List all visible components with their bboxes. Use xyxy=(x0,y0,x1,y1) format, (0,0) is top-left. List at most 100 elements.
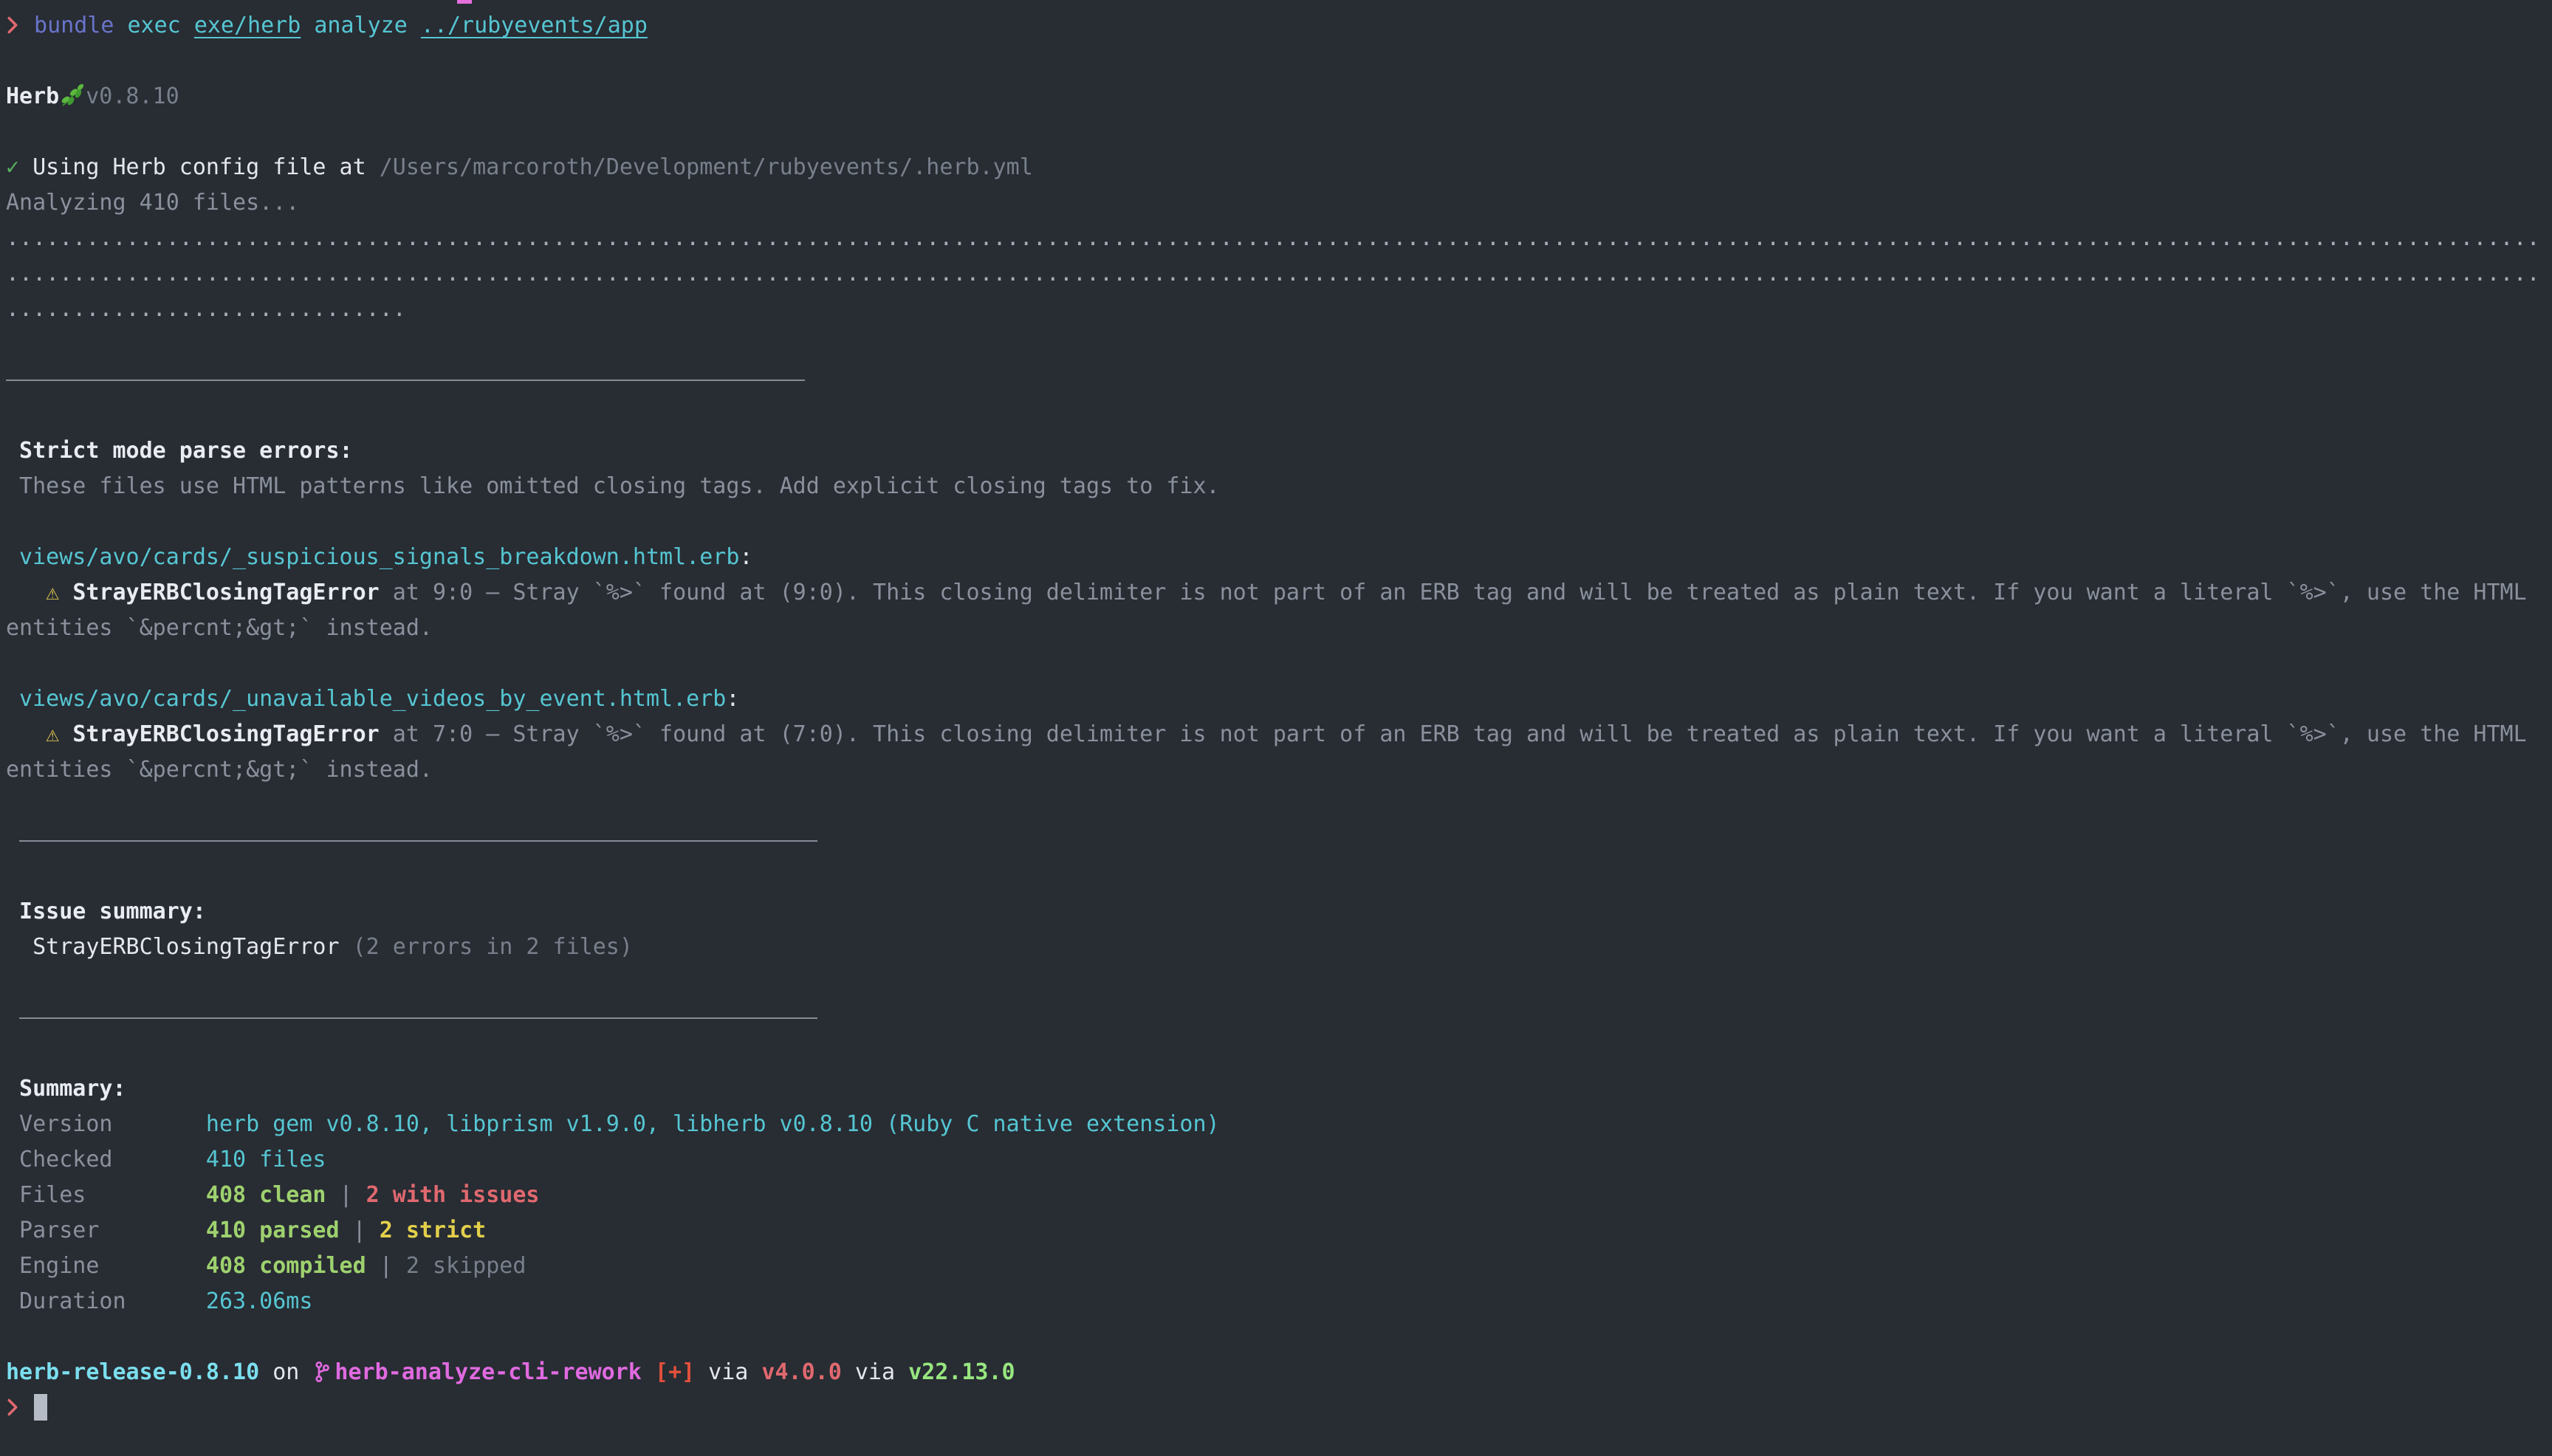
error-message-wrap-text: entities `&percnt;&gt;` instead. xyxy=(6,615,433,641)
error-file-path: views/avo/cards/_suspicious_signals_brea… xyxy=(6,544,739,570)
section-divider xyxy=(19,840,817,842)
blank-line xyxy=(6,965,2552,1000)
analyzing-text: Analyzing 410 files... xyxy=(6,190,299,216)
section-divider xyxy=(6,380,805,381)
summary-parser-parsed: 410 parsed xyxy=(206,1218,340,1243)
herb-sprig-icon xyxy=(59,83,86,114)
strict-errors-heading: Strict mode parse errors: xyxy=(6,433,2552,469)
config-line: ✓ Using Herb config file at /Users/marco… xyxy=(6,150,2552,185)
prompt-chevron-icon xyxy=(6,1393,19,1426)
node-version: v22.13.0 xyxy=(908,1359,1015,1385)
error-message-wrap-line: entities `&percnt;&gt;` instead. xyxy=(6,752,2552,788)
summary-row-version: Versionherb gem v0.8.10, libprism v1.9.0… xyxy=(6,1107,2552,1142)
status-via-text: via xyxy=(695,1359,761,1385)
error-file-line: views/avo/cards/_unavailable_videos_by_e… xyxy=(6,681,2552,717)
summary-parser-strict: 2 strict xyxy=(380,1218,487,1243)
error-message-text: at 9:0 — Stray `%>` found at (9:0). This… xyxy=(380,580,2527,605)
progress-dots: .............................. xyxy=(6,296,406,322)
strict-errors-title: Strict mode parse errors: xyxy=(6,438,353,464)
blank-line xyxy=(6,327,2552,363)
summary-row-parser: Parser410 parsed | 2 strict xyxy=(6,1213,2552,1249)
previous-line-fragment xyxy=(457,0,472,4)
blank-line xyxy=(6,504,2552,540)
summary-value: 263.06ms xyxy=(206,1288,313,1314)
command-subcommand: exec xyxy=(114,13,193,38)
terminal-window[interactable]: bundle exec exe/herb analyze ../rubyeven… xyxy=(0,0,2552,1456)
blank-line xyxy=(6,859,2552,894)
command-target-path: ../rubyevents/app xyxy=(421,13,648,38)
config-file-path: /Users/marcoroth/Development/rubyevents/… xyxy=(380,154,1033,180)
error-message-line: ⚠ StrayERBClosingTagError at 7:0 — Stray… xyxy=(6,717,2552,752)
summary-value: herb gem v0.8.10, libprism v1.9.0, libhe… xyxy=(206,1111,1220,1137)
summary-files-clean: 408 clean xyxy=(206,1182,326,1208)
command-name: bundle xyxy=(21,13,114,38)
summary-label: Parser xyxy=(19,1213,206,1249)
strict-errors-description-text: These files use HTML patterns like omitt… xyxy=(6,473,1220,499)
summary-engine-skipped: 2 skipped xyxy=(406,1253,526,1279)
git-dirty-flag: [+] xyxy=(642,1359,695,1385)
summary-label: Engine xyxy=(19,1249,206,1284)
issue-error-count: (2 errors in 2 files) xyxy=(340,934,633,960)
section-divider xyxy=(19,1017,817,1019)
summary-label: Duration xyxy=(19,1284,206,1319)
progress-dots: ........................................… xyxy=(6,225,2540,251)
blank-line xyxy=(6,114,2552,150)
strict-errors-description: These files use HTML patterns like omitt… xyxy=(6,469,2552,504)
progress-dots: ........................................… xyxy=(6,261,2540,286)
git-branch-icon xyxy=(314,1359,330,1390)
issue-summary-line: StrayERBClosingTagError (2 errors in 2 f… xyxy=(6,930,2552,965)
blank-line xyxy=(6,398,2552,433)
progress-dots-row: ........................................… xyxy=(6,256,2552,292)
progress-dots-row: ........................................… xyxy=(6,221,2552,256)
prompt-chevron-icon xyxy=(6,10,19,44)
error-file-colon: : xyxy=(739,544,752,570)
error-class-name: StrayERBClosingTagError xyxy=(72,721,379,747)
warning-triangle-icon: ⚠ xyxy=(6,580,72,605)
git-branch-name: herb-analyze-cli-rework xyxy=(335,1359,641,1385)
summary-separator: | xyxy=(326,1182,366,1208)
status-on-text: on xyxy=(259,1359,312,1385)
issue-error-class: StrayERBClosingTagError xyxy=(6,934,340,960)
summary-row-checked: Checked410 files xyxy=(6,1142,2552,1178)
summary-label: Version xyxy=(19,1107,206,1142)
error-class-name: StrayERBClosingTagError xyxy=(72,580,379,605)
shell-status-line: herb-release-0.8.10 on herb-analyze-cli-… xyxy=(6,1355,2552,1390)
summary-row-engine: Engine408 compiled | 2 skipped xyxy=(6,1249,2552,1284)
blank-line xyxy=(6,1036,2552,1071)
check-icon: ✓ xyxy=(6,154,19,180)
app-name: Herb xyxy=(6,83,59,109)
error-file-colon: : xyxy=(726,686,739,712)
ruby-version: v4.0.0 xyxy=(761,1359,841,1385)
summary-value: 410 files xyxy=(206,1147,326,1172)
app-version: v0.8.10 xyxy=(86,83,179,109)
config-message: Using Herb config file at xyxy=(19,154,380,180)
error-message-text: at 7:0 — Stray `%>` found at (7:0). This… xyxy=(380,721,2527,747)
issue-summary-title: Issue summary: xyxy=(6,899,206,924)
summary-row-duration: Duration263.06ms xyxy=(6,1284,2552,1319)
summary-separator: | xyxy=(366,1253,406,1279)
terminal-cursor[interactable] xyxy=(34,1394,47,1421)
error-file-path: views/avo/cards/_unavailable_videos_by_e… xyxy=(6,686,726,712)
summary-label: Checked xyxy=(19,1142,206,1178)
error-file-line: views/avo/cards/_suspicious_signals_brea… xyxy=(6,540,2552,575)
active-prompt-line[interactable] xyxy=(6,1390,2552,1426)
divider-row xyxy=(6,1000,2552,1036)
divider-row xyxy=(6,363,2552,398)
summary-row-files: Files408 clean | 2 with issues xyxy=(6,1178,2552,1213)
status-via-text: via xyxy=(842,1359,908,1385)
analyzing-status: Analyzing 410 files... xyxy=(6,185,2552,221)
issue-summary-heading: Issue summary: xyxy=(6,894,2552,930)
error-message-wrap-text: entities `&percnt;&gt;` instead. xyxy=(6,757,433,783)
blank-line xyxy=(6,646,2552,681)
divider-row xyxy=(6,823,2552,859)
app-header: Herb v0.8.10 xyxy=(6,79,2552,114)
summary-files-issues: 2 with issues xyxy=(366,1182,540,1208)
warning-triangle-icon: ⚠ xyxy=(6,721,72,747)
error-message-line: ⚠ StrayERBClosingTagError at 9:0 — Stray… xyxy=(6,575,2552,611)
command-executable-path: exe/herb xyxy=(194,13,301,38)
summary-heading: Summary: xyxy=(6,1071,2552,1107)
summary-label: Files xyxy=(19,1178,206,1213)
summary-separator: | xyxy=(340,1218,380,1243)
progress-dots-row: .............................. xyxy=(6,292,2552,327)
summary-title: Summary: xyxy=(6,1076,126,1102)
